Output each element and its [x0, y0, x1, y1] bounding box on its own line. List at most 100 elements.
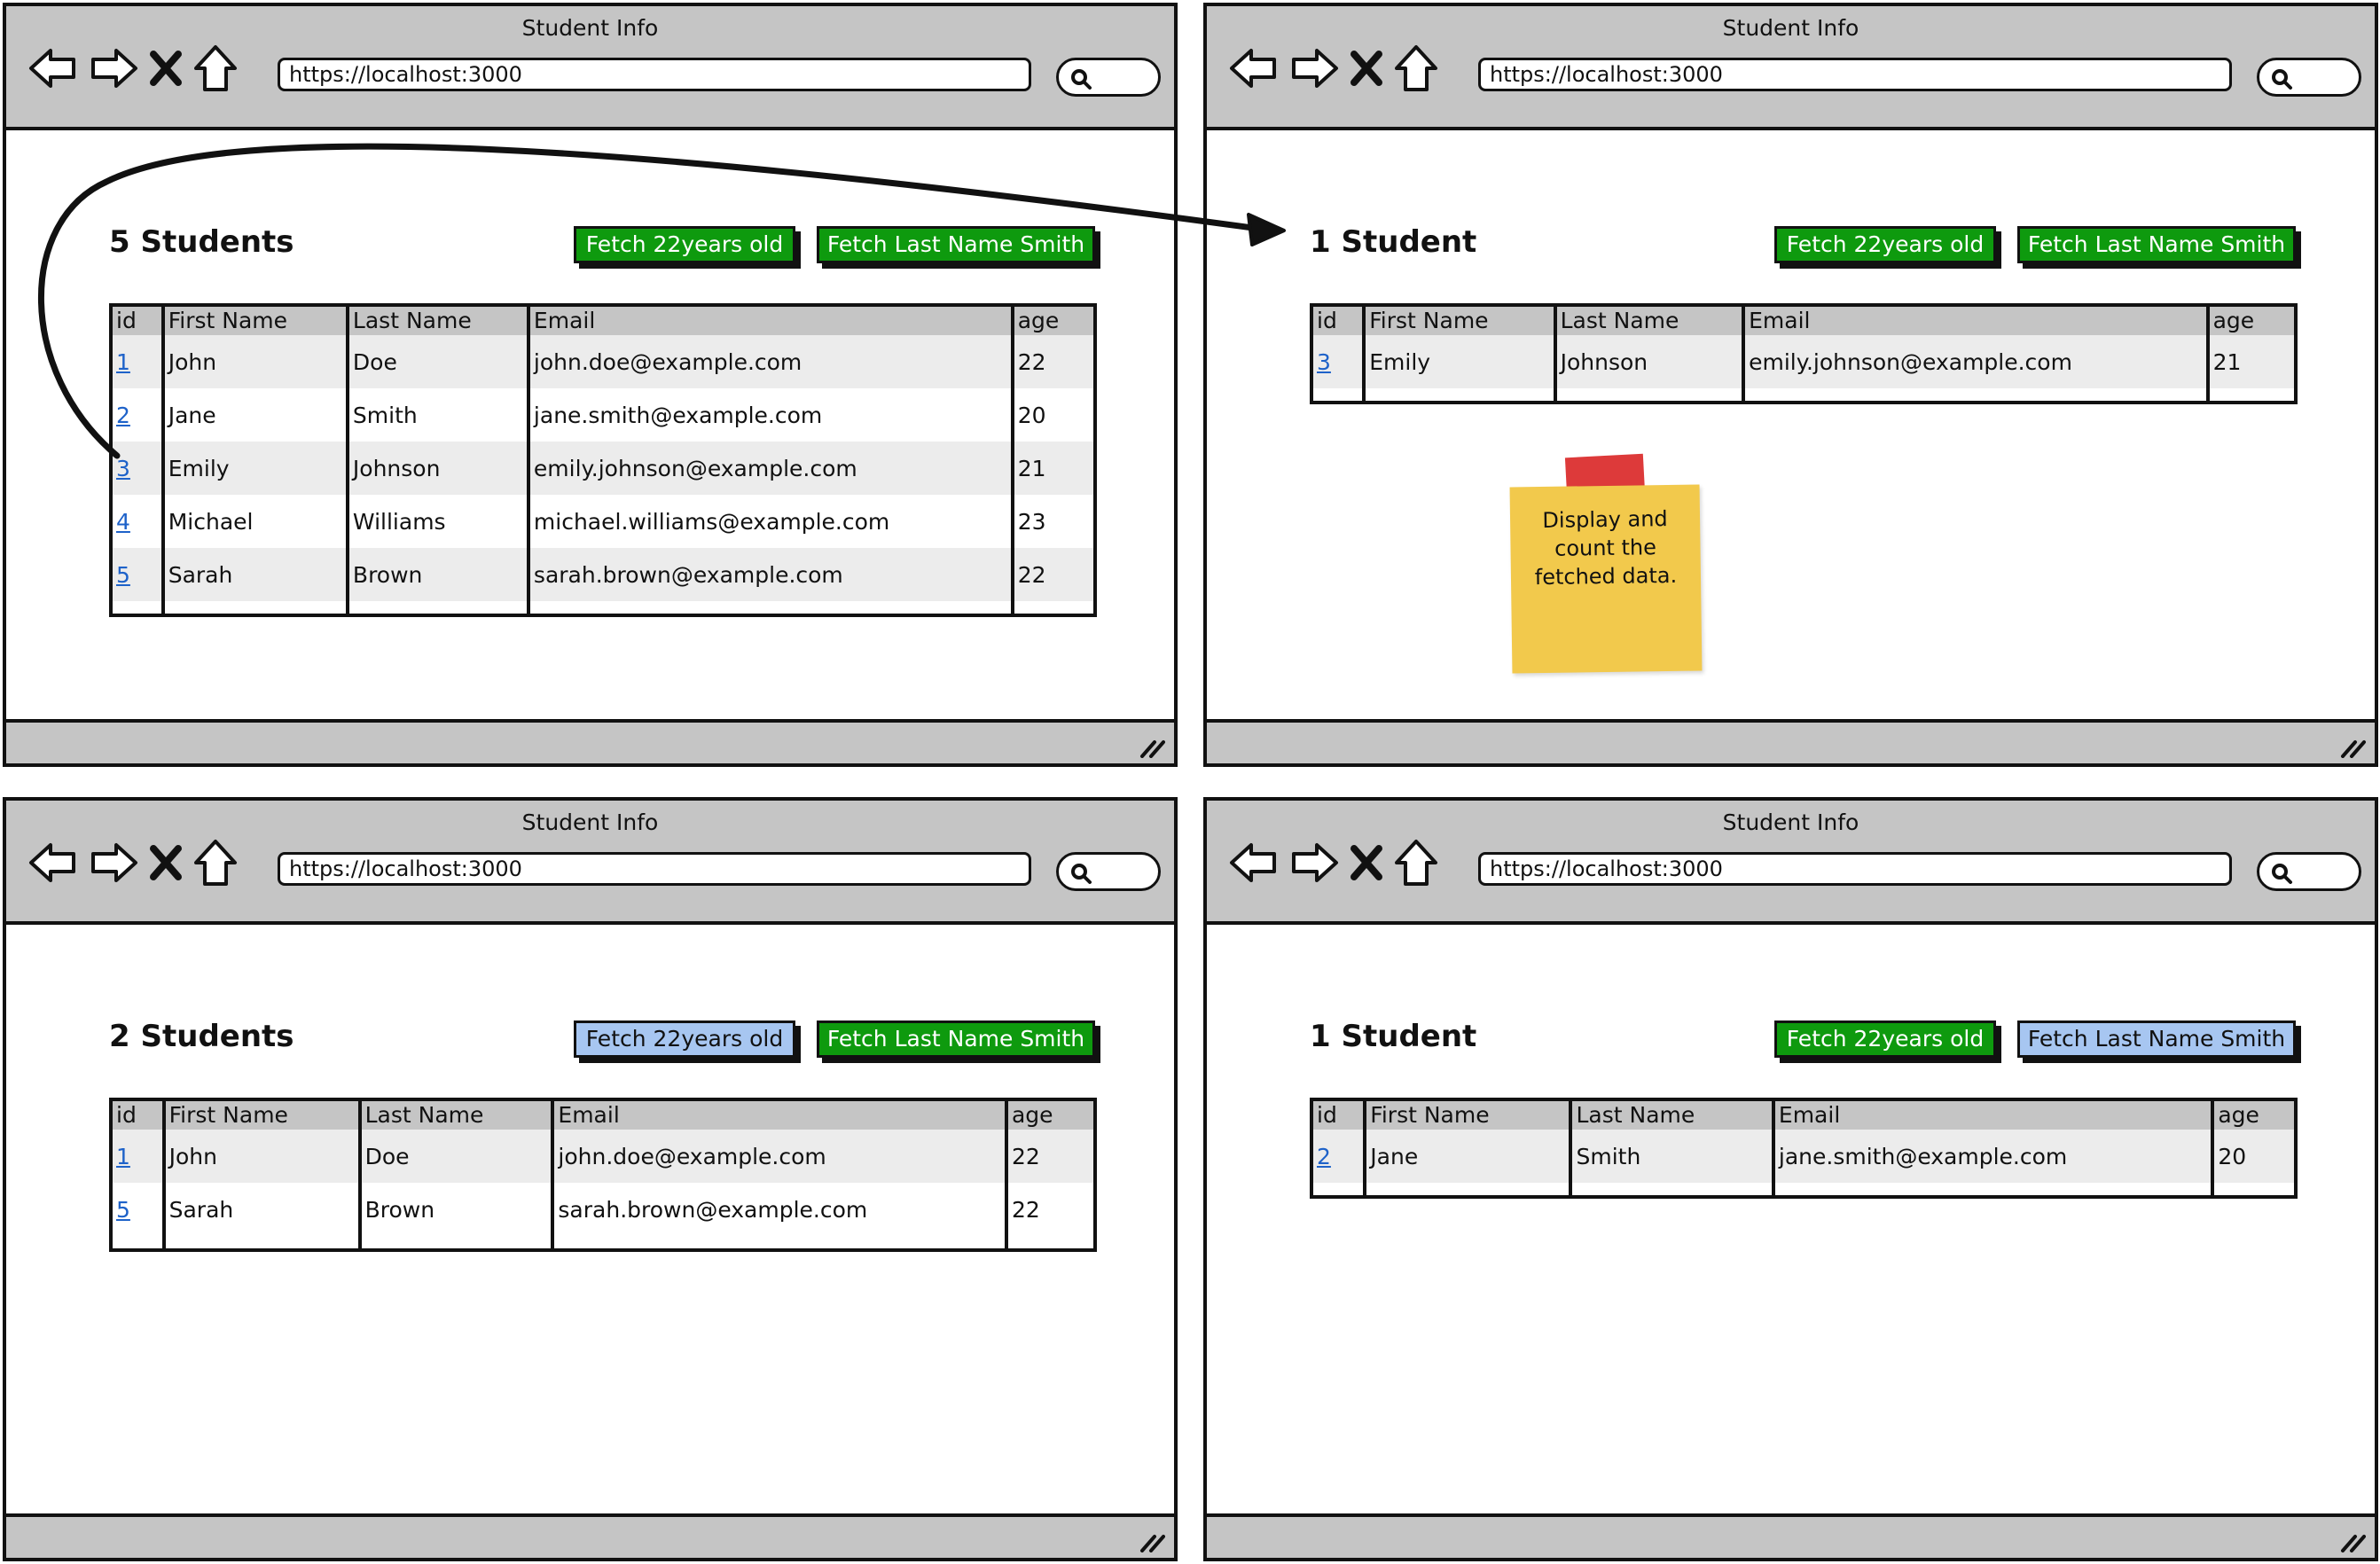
student-id-link[interactable]: 2	[1317, 1144, 1331, 1169]
url-bar[interactable]: https://localhost:3000	[1478, 58, 2232, 91]
fetch-smith-button[interactable]: Fetch Last Name Smith	[817, 226, 1095, 263]
url-bar[interactable]: https://localhost:3000	[278, 852, 1031, 886]
column-header: First Name	[1363, 1101, 1571, 1130]
last-name-cell: Brown	[357, 1183, 553, 1236]
student-id-link[interactable]: 5	[116, 562, 130, 588]
home-icon[interactable]	[192, 43, 239, 93]
resize-grip-icon[interactable]	[1139, 737, 1165, 758]
fetch-smith-button[interactable]: Fetch Last Name Smith	[817, 1021, 1095, 1058]
back-arrow-icon[interactable]	[27, 45, 79, 91]
last-name-cell: Smith	[345, 388, 528, 442]
column-header: age	[2205, 307, 2294, 335]
table-row: 1 John Doe john.doe@example.com 22	[113, 1130, 1093, 1183]
forward-arrow-icon[interactable]	[1288, 840, 1340, 886]
page-content: 5 Students Fetch 22years old Fetch Last …	[6, 130, 1174, 719]
age-cell: 23	[1010, 495, 1093, 548]
url-bar[interactable]: https://localhost:3000	[278, 58, 1031, 91]
empty-cell	[160, 601, 348, 614]
table-filler-row	[113, 1236, 1093, 1248]
search-box[interactable]	[2257, 58, 2361, 97]
table-header-row: id First Name Last Name Email age	[113, 307, 1093, 335]
student-id-link[interactable]: 1	[116, 349, 130, 375]
home-icon[interactable]	[1393, 838, 1439, 888]
nav-icons	[27, 42, 239, 95]
last-name-cell: Doe	[357, 1130, 553, 1183]
forward-arrow-icon[interactable]	[88, 45, 139, 91]
first-name-cell: Jane	[1363, 1130, 1571, 1183]
back-arrow-icon[interactable]	[1228, 45, 1280, 91]
email-cell: john.doe@example.com	[551, 1130, 1006, 1183]
table-row: 2 Jane Smith jane.smith@example.com 20	[113, 388, 1093, 442]
first-name-cell: Emily	[1362, 335, 1555, 388]
column-header: id	[1313, 1101, 1366, 1130]
search-box[interactable]	[1056, 852, 1161, 891]
window-title: Student Info	[1722, 15, 1859, 41]
fetch-22-years-button[interactable]: Fetch 22years old	[1774, 226, 1996, 263]
fetch-22-years-button[interactable]: Fetch 22years old	[574, 1021, 795, 1058]
resize-grip-icon[interactable]	[2339, 737, 2366, 758]
empty-cell	[345, 601, 528, 614]
column-header: id	[113, 1101, 164, 1130]
forward-arrow-icon[interactable]	[1288, 45, 1340, 91]
id-cell: 5	[113, 548, 163, 601]
fetch-smith-button[interactable]: Fetch Last Name Smith	[2017, 1021, 2296, 1058]
table-header-row: id First Name Last Name Email age	[113, 1101, 1093, 1130]
home-icon[interactable]	[192, 838, 239, 888]
student-id-link[interactable]: 4	[116, 509, 130, 535]
search-box[interactable]	[1056, 58, 1161, 97]
column-header: age	[1004, 1101, 1093, 1130]
empty-cell	[161, 1236, 360, 1248]
student-count-heading: 1 Student	[1310, 1019, 1477, 1054]
close-x-icon[interactable]	[148, 45, 184, 91]
empty-cell	[113, 601, 163, 614]
home-icon[interactable]	[1393, 43, 1439, 93]
forward-arrow-icon[interactable]	[88, 840, 139, 886]
table-filler-row	[113, 601, 1093, 614]
column-header: age	[2211, 1101, 2294, 1130]
column-header: Last Name	[345, 307, 528, 335]
id-cell: 3	[113, 442, 163, 495]
resize-grip-icon[interactable]	[2339, 1531, 2366, 1552]
student-id-link[interactable]: 2	[116, 403, 130, 428]
column-header: First Name	[1362, 307, 1555, 335]
email-cell: sarah.brown@example.com	[526, 548, 1013, 601]
column-header: id	[1313, 307, 1365, 335]
page-content: 2 Students Fetch 22years old Fetch Last …	[6, 925, 1174, 1513]
student-id-link[interactable]: 3	[1317, 349, 1331, 375]
age-cell: 22	[1010, 335, 1093, 388]
student-count-heading: 2 Students	[109, 1019, 294, 1054]
table-row: 3 Emily Johnson emily.johnson@example.com 21	[1313, 335, 2294, 388]
fetch-22-years-button[interactable]: Fetch 22years old	[1774, 1021, 1996, 1058]
fetch-22-years-button[interactable]: Fetch 22years old	[574, 226, 795, 263]
student-count-heading: 5 Students	[109, 224, 294, 260]
email-cell: jane.smith@example.com	[526, 388, 1013, 442]
sticky-note: Display and count the fetched data.	[1509, 484, 1703, 674]
url-bar[interactable]: https://localhost:3000	[1478, 852, 2232, 886]
back-arrow-icon[interactable]	[1228, 840, 1280, 886]
student-id-link[interactable]: 5	[116, 1197, 130, 1223]
fetch-smith-button[interactable]: Fetch Last Name Smith	[2017, 226, 2296, 263]
window-title: Student Info	[1722, 809, 1859, 835]
table-header-row: id First Name Last Name Email age	[1313, 1101, 2294, 1130]
id-cell: 2	[113, 388, 163, 442]
column-header: First Name	[161, 1101, 360, 1130]
student-id-link[interactable]: 1	[116, 1144, 130, 1169]
student-id-link[interactable]: 3	[116, 456, 130, 481]
resize-grip-icon[interactable]	[1139, 1531, 1165, 1552]
close-x-icon[interactable]	[148, 840, 184, 886]
table-row: 5 Sarah Brown sarah.brown@example.com 22	[113, 548, 1093, 601]
nav-icons	[27, 836, 239, 889]
status-bar	[6, 1513, 1174, 1558]
empty-cell	[1363, 1183, 1571, 1195]
id-cell: 1	[113, 1130, 164, 1183]
last-name-cell: Johnson	[1553, 335, 1744, 388]
column-header: Email	[551, 1101, 1006, 1130]
close-x-icon[interactable]	[1349, 45, 1384, 91]
search-icon	[1071, 69, 1092, 90]
table-row: 5 Sarah Brown sarah.brown@example.com 22	[113, 1183, 1093, 1236]
close-x-icon[interactable]	[1349, 840, 1384, 886]
empty-cell	[1313, 1183, 1366, 1195]
empty-cell	[526, 601, 1013, 614]
search-box[interactable]	[2257, 852, 2361, 891]
back-arrow-icon[interactable]	[27, 840, 79, 886]
